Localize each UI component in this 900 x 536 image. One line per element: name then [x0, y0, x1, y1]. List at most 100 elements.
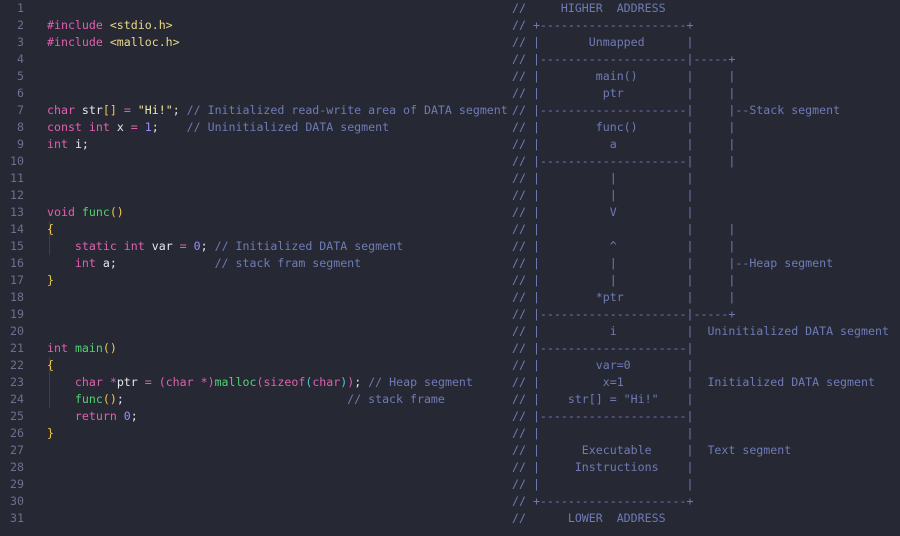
- diagram-comment-line: // HIGHER ADDRESS: [512, 1, 666, 15]
- preprocessor-directive: #include: [47, 18, 103, 32]
- diagram-comment-line: // |---------------------|-----+: [512, 307, 736, 321]
- code-line-22: char *ptr = (char *)malloc(sizeof(char))…: [0, 357, 473, 389]
- include-header: <stdio.h>: [109, 18, 173, 32]
- code-line-2: #include <malloc.h>: [0, 17, 180, 49]
- line-number: 30: [10, 494, 24, 508]
- diagram-comment-line: // | main() | |: [512, 69, 736, 83]
- code-line-25: }: [0, 408, 54, 440]
- line-number: 19: [10, 307, 24, 321]
- diagram-comment-line: // | ptr | |: [512, 86, 736, 100]
- comment: // stack frame: [347, 392, 445, 406]
- line-number: 31: [10, 511, 24, 525]
- function-name: func: [74, 392, 103, 406]
- identifier: x: [116, 120, 124, 134]
- identifier: ptr: [116, 375, 138, 389]
- keyword: static: [74, 239, 117, 253]
- code-line-8: int i;: [0, 119, 89, 151]
- semicolon: ;: [151, 120, 159, 134]
- diagram-comment-line: // | V |: [512, 205, 694, 219]
- diagram-comment-line: // | | |: [512, 222, 736, 236]
- diagram-comment-line: // |---------------------| |: [512, 154, 736, 168]
- operator: =: [144, 375, 152, 389]
- code-line-12: void func(): [0, 187, 124, 219]
- keyword: sizeof: [263, 375, 306, 389]
- function-name: main: [74, 341, 103, 355]
- operator: =: [123, 103, 131, 117]
- diagram-comment-line: // LOWER ADDRESS: [512, 511, 666, 525]
- code-line-13: {: [0, 204, 54, 236]
- diagram-comment-line: // |---------------------|: [512, 409, 694, 423]
- line-number: 5: [17, 69, 24, 83]
- cast-paren: ): [207, 375, 215, 389]
- include-header: <malloc.h>: [109, 35, 180, 49]
- diagram-comment-line: // |---------------------|: [512, 341, 694, 355]
- line-number: 11: [10, 171, 24, 185]
- code-line-6: char str[] = "Hi!"; // Initialized read-…: [0, 85, 508, 117]
- brace: }: [47, 426, 54, 440]
- number-literal: 1: [144, 120, 152, 134]
- code-line-15: int a; // stack fram segment: [0, 238, 361, 270]
- comment: // Initialized read-write area of DATA s…: [186, 103, 508, 117]
- preprocessor-directive: #include: [47, 35, 103, 49]
- number-literal: 0: [193, 239, 201, 253]
- diagram-comment-line: // | func() | |: [512, 120, 736, 134]
- comment: // stack fram segment: [214, 256, 362, 270]
- type-keyword: int: [88, 120, 110, 134]
- pointer-star: *: [200, 375, 208, 389]
- comment: // Initialized DATA segment: [214, 239, 404, 253]
- function-name: func: [81, 205, 110, 219]
- diagram-comment-line: // | Unmapped |: [512, 35, 694, 49]
- type-keyword: char: [312, 375, 341, 389]
- code-line-7: const int x = 1; // Uninitialized DATA s…: [0, 102, 389, 134]
- diagram-comment-line: // | ^ | |: [512, 239, 736, 253]
- operator: =: [179, 239, 187, 253]
- identifier: str: [81, 103, 103, 117]
- parentheses: (): [102, 341, 117, 355]
- operator: =: [130, 120, 138, 134]
- diagram-comment-line: // | |: [512, 426, 694, 440]
- diagram-comment-line: // |---------------------| |--Stack segm…: [512, 103, 841, 117]
- parentheses: (): [109, 205, 124, 219]
- brace: }: [47, 273, 54, 287]
- semicolon: ;: [130, 409, 138, 423]
- diagram-comment-line: // | |: [512, 477, 694, 491]
- type-keyword: int: [47, 341, 68, 355]
- code-line-20: int main(): [0, 323, 117, 355]
- bracket: [: [102, 103, 110, 117]
- diagram-comment-line: // | Executable | Text segment: [512, 443, 792, 457]
- type-keyword: char: [47, 103, 75, 117]
- diagram-comment-line: // | x=1 | Initialized DATA segment: [512, 375, 875, 389]
- type-keyword: char: [165, 375, 194, 389]
- identifier: i: [74, 137, 82, 151]
- number-literal: 0: [123, 409, 131, 423]
- cast-paren: (: [158, 375, 166, 389]
- code-editor[interactable]: 1 2 3 4 5 6 7 8 9 10 11 12 13 14 15 16 17 18 19 20 21 22 23 24 2…: [0, 0, 900, 536]
- semicolon: ;: [354, 375, 362, 389]
- semicolon: ;: [81, 137, 89, 151]
- type-keyword: void: [47, 205, 75, 219]
- diagram-comment-line: // | str[] = "Hi!" |: [512, 392, 694, 406]
- line-number: 29: [10, 477, 24, 491]
- type-keyword: int: [74, 256, 96, 270]
- code-line-21: {: [0, 340, 54, 372]
- diagram-comment-line: // |---------------------|-----+: [512, 52, 736, 66]
- code-line-24: return 0;: [0, 391, 138, 423]
- string-literal: "Hi!": [137, 103, 173, 117]
- bracket: ]: [109, 103, 117, 117]
- line-number: 28: [10, 460, 24, 474]
- semicolon: ;: [109, 256, 117, 270]
- comment: // Uninitialized DATA segment: [186, 120, 390, 134]
- diagram-comment-line: // | a | |: [512, 137, 736, 151]
- diagram-comment-line: // | i | Uninitialized DATA segment: [512, 324, 889, 338]
- type-keyword: int: [47, 137, 68, 151]
- diagram-comment-line: // | | | |: [512, 273, 736, 287]
- code-line-14: static int var = 0; // Initialized DATA …: [0, 221, 403, 253]
- code-line-16: }: [0, 255, 54, 287]
- diagram-comment-line: // +---------------------+: [512, 18, 694, 32]
- semicolon: ;: [116, 392, 124, 406]
- semicolon: ;: [172, 103, 180, 117]
- keyword: const: [47, 120, 82, 134]
- brace: {: [47, 358, 54, 372]
- diagram-comment-line: // | | | |--Heap segment: [512, 256, 834, 270]
- pointer-star: *: [109, 375, 117, 389]
